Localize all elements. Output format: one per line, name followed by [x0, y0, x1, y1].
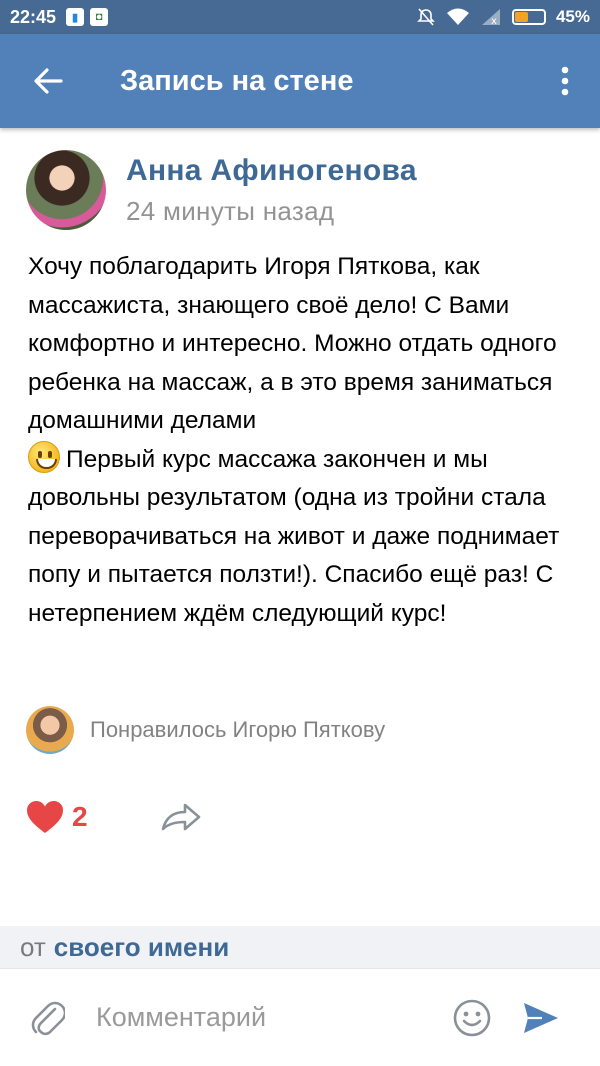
post-text-part-2: Первый курс массажа закончен и мы доволь…	[28, 445, 560, 627]
post-actions: 2	[26, 800, 202, 834]
liked-by-row[interactable]: Понравилось Игорю Пяткову	[26, 706, 385, 754]
paperclip-icon	[31, 1001, 65, 1035]
no-signal-icon: x	[481, 9, 500, 26]
liker-avatar	[26, 706, 74, 754]
reply-as-selector[interactable]: своего имени	[54, 932, 229, 963]
post-text-part-1: Хочу поблагодарить Игоря Пяткова, как ма…	[28, 253, 557, 434]
post-text: Хочу поблагодарить Игоря Пяткова, как ма…	[28, 248, 588, 633]
post-header: Анна Афиногенова 24 минуты назад	[26, 150, 417, 230]
battery-percent: 45%	[555, 7, 590, 26]
send-button[interactable]	[502, 969, 580, 1066]
smile-emoji	[28, 440, 60, 473]
shield-app-icon: ◘	[90, 8, 109, 26]
arrow-left-icon	[34, 68, 63, 94]
author-block: Анна Афиногенова 24 минуты назад	[126, 154, 417, 227]
author-avatar[interactable]	[26, 150, 106, 230]
like-button[interactable]: 2	[26, 800, 88, 834]
reply-as-bar: от своего имени	[0, 926, 600, 968]
notification-app-icon: ▮	[66, 8, 85, 26]
heart-icon	[27, 801, 63, 833]
more-options-button[interactable]	[530, 34, 600, 128]
send-icon	[524, 1002, 558, 1033]
share-icon	[161, 803, 200, 831]
wifi-icon	[446, 8, 469, 25]
page-title: Запись на стене	[120, 64, 354, 97]
reply-as-prefix: от	[20, 931, 46, 962]
status-bar: 22:45 ▮ ◘ x 45%	[0, 0, 600, 34]
svg-text:x: x	[491, 16, 497, 26]
share-button[interactable]	[160, 802, 202, 832]
battery-fill	[514, 12, 529, 22]
like-count: 2	[72, 801, 88, 832]
emoji-button[interactable]	[442, 969, 502, 1066]
smiley-icon	[453, 999, 491, 1036]
author-name[interactable]: Анна Афиногенова	[126, 154, 417, 188]
post-time: 24 минуты назад	[126, 195, 335, 226]
back-button[interactable]	[0, 34, 96, 128]
status-icons: x 45%	[416, 7, 590, 27]
comment-bar	[0, 968, 600, 1066]
silent-icon	[417, 8, 435, 26]
more-vertical-icon	[561, 66, 569, 96]
liked-by-text: Понравилось Игорю Пяткову	[90, 717, 386, 742]
attach-button[interactable]	[0, 969, 96, 1066]
comment-input[interactable]	[96, 1002, 436, 1033]
status-time: 22:45	[10, 6, 57, 27]
battery-icon	[511, 9, 546, 25]
app-bar: Запись на стене	[0, 34, 600, 128]
